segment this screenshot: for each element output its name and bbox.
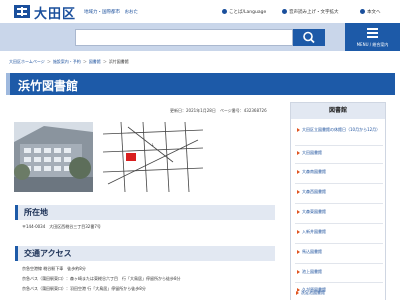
bullet-arrow-icon [297,151,300,155]
sidebar-item-omori-nishi[interactable]: 大森西図書館 [297,189,383,195]
sidebar-library-list: 図書館 大田区立図書館の休館日（10月から12月） 大田図書館 大森南図書館 大… [290,102,386,300]
sidebar-item-magome[interactable]: 馬込図書館 [297,249,383,255]
menu-icon [367,28,378,40]
breadcrumb: 大田区ホームページ＞施設案内・予約＞図書館＞浜竹図書館 [9,59,129,64]
menu-label: MENU / 総合案内 [356,42,389,47]
speaker-icon [282,9,287,14]
sidebar-item-ikegami[interactable]: 池上図書館 [297,269,383,275]
svg-text:↓: ↓ [151,142,154,147]
location-section-heading: 所在地 [15,205,275,220]
skip-to-content-link[interactable]: 本文へ [360,9,381,15]
breadcrumb-facilities[interactable]: 施設案内・予約 [53,59,81,64]
sidebar-item-omori-minami[interactable]: 大森南図書館 [297,169,383,175]
sidebar-heading: 図書館 [291,103,385,119]
arrow-icon [360,9,365,14]
page-title-bar: 浜竹図書館 [6,73,395,95]
bullet-arrow-icon [297,230,300,234]
bullet-arrow-icon [297,210,300,214]
library-building-photo [14,122,93,192]
page: 大田区 地域力・国際都市 おおた ことば/Language 音声読み上げ・文字拡… [0,0,400,300]
bullet-arrow-icon [297,128,300,132]
breadcrumb-libraries[interactable]: 図書館 [89,59,101,64]
site-name[interactable]: 大田区 [34,3,76,22]
sidebar-item-senzokuike[interactable]: 洗足池図書館 [296,290,382,296]
search-input[interactable] [75,29,293,46]
city-emblem-icon[interactable] [13,4,31,19]
search-icon [303,31,315,44]
sidebar-item-omori-higashi[interactable]: 大森東図書館 [297,209,383,215]
bullet-arrow-icon [297,250,300,254]
site-tagline: 地域力・国際都市 おおた [84,10,138,15]
access-line-rail: 京急空港線 糀谷駅下車 徒歩約8分 [22,266,86,271]
search-button[interactable] [293,29,325,46]
location-map: ↓ [102,121,204,193]
update-info: 更新日：2021年1月28日 ページ番号：432368726 [170,108,267,113]
sidebar-item-iriarai[interactable]: 入新井図書館 [297,229,383,235]
sidebar-item-closing-days[interactable]: 大田区立図書館の休館日（10月から12月） [297,127,383,133]
address-text: 〒144-0034 大田区西糀谷三丁目32番7号 [22,224,101,229]
bullet-arrow-icon [297,170,300,174]
language-link[interactable]: ことば/Language [222,9,266,15]
breadcrumb-current: 浜竹図書館 [108,59,129,64]
access-section-heading: 交通アクセス [15,246,275,261]
bullet-arrow-icon [297,270,300,274]
site-header: 大田区 地域力・国際都市 おおた ことば/Language 音声読み上げ・文字拡… [0,0,400,22]
read-aloud-link[interactable]: 音声読み上げ・文字拡大 [282,9,339,15]
page-title: 浜竹図書館 [18,79,79,93]
bullet-arrow-icon [296,291,299,295]
language-icon [222,9,227,14]
sidebar-item-ota[interactable]: 大田図書館 [297,150,383,156]
breadcrumb-home[interactable]: 大田区ホームページ [9,59,45,64]
bullet-arrow-icon [297,190,300,194]
access-line-bus-1: 京急バス（蒲田駅東口）：森ヶ崎または東糀谷六丁目 行「大鳥居」停留所から徒歩8分 [22,276,181,281]
access-line-bus-2: 京急バス（蒲田駅東口）：羽田空港 行「大鳥居」停留所から徒歩8分 [22,286,146,291]
menu-button[interactable]: MENU / 総合案内 [345,23,400,51]
